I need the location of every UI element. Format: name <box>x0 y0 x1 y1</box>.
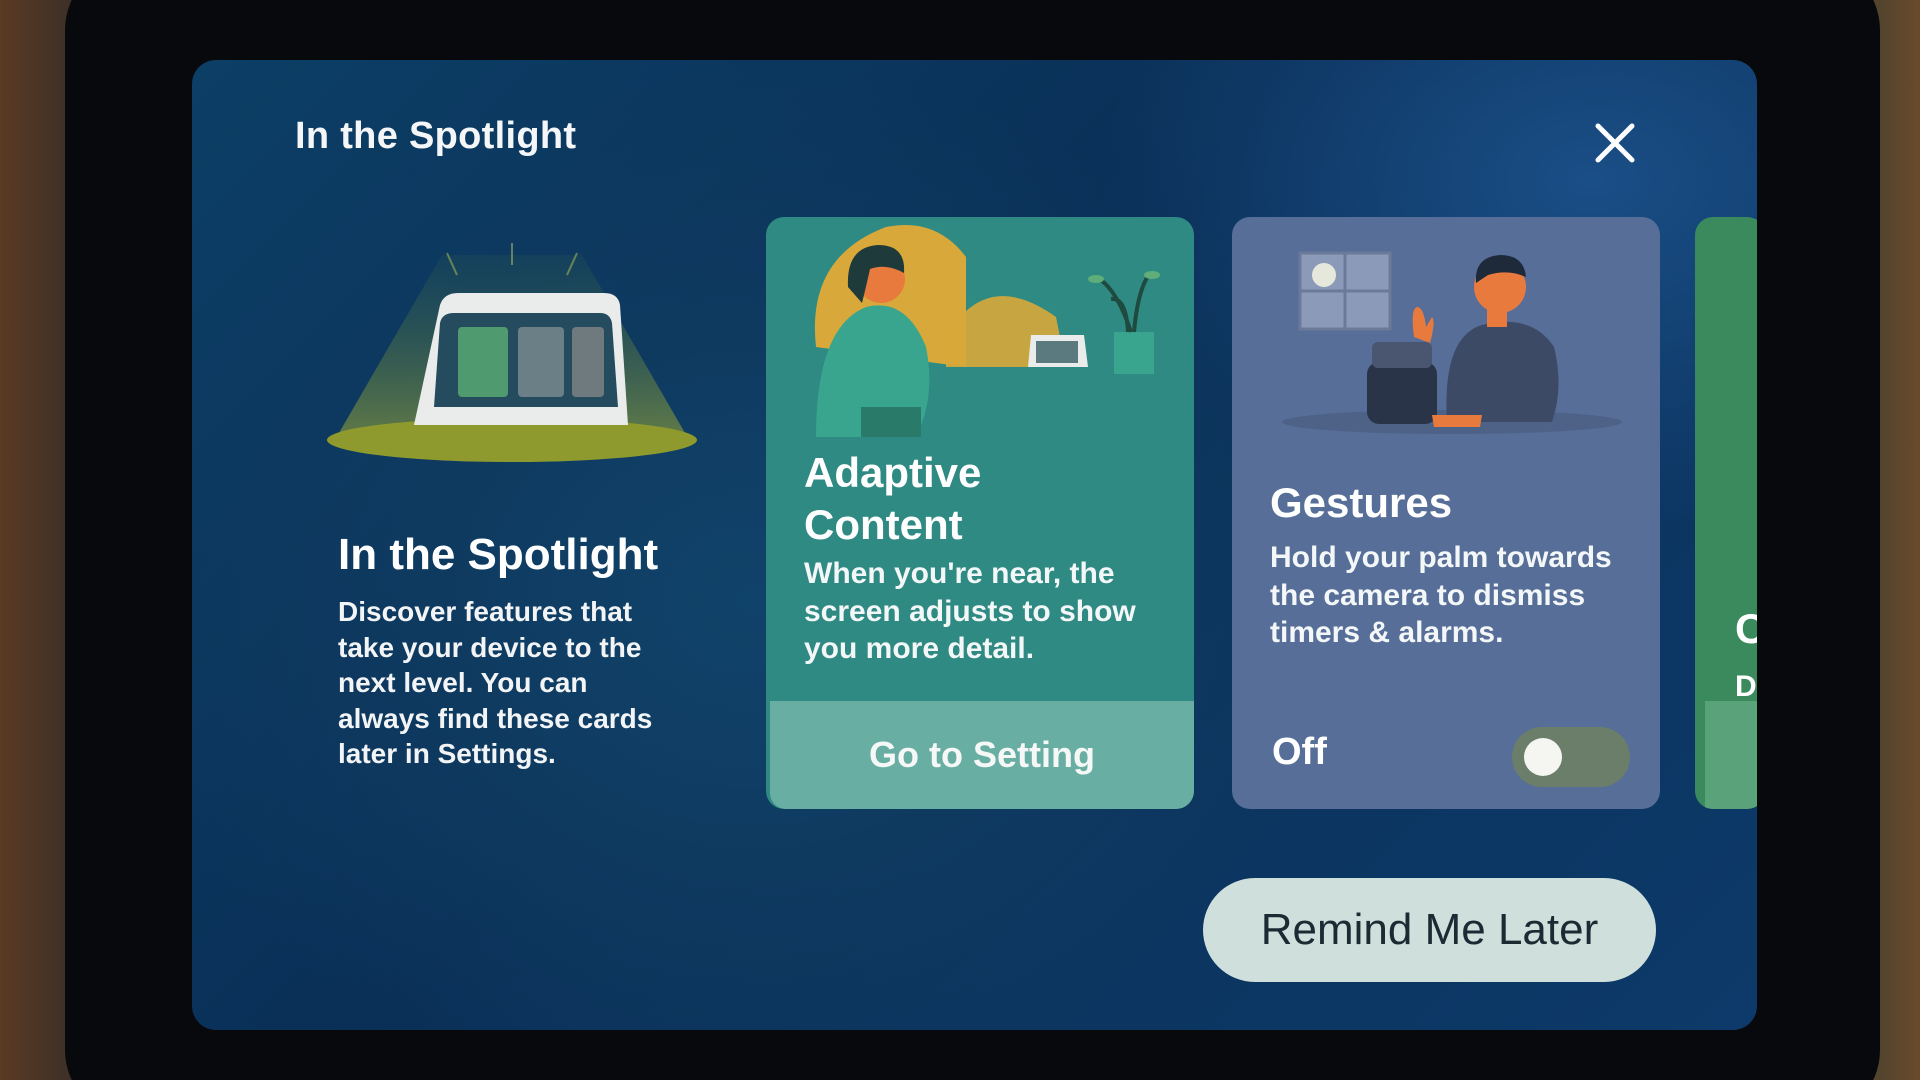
next-card-title: C <box>1735 605 1757 652</box>
next-card-button[interactable] <box>1705 701 1757 809</box>
intro-description: Discover features that take your device … <box>338 596 653 769</box>
gestures-description: Hold your palm towards the camera to dis… <box>1270 541 1612 649</box>
gestures-toggle-label: Off <box>1272 731 1327 773</box>
gestures-toggle-switch[interactable] <box>1512 727 1630 787</box>
gestures-title: Gestures <box>1270 479 1453 526</box>
adaptive-content-description: When you're near, the screen adjusts to … <box>804 557 1136 665</box>
intro-title: In the Spotlight <box>338 530 659 579</box>
next-card-description-line: D <box>1735 670 1757 703</box>
gestures-illustration <box>1282 251 1622 434</box>
gestures-card[interactable]: Gestures Hold your palm towards the came… <box>1232 217 1660 809</box>
gestures-toggle-row: Off <box>1232 709 1660 809</box>
page-title: In the Spotlight <box>295 115 577 157</box>
remind-me-later-button[interactable]: Remind Me Later <box>1203 878 1656 982</box>
adaptive-content-card[interactable]: Adaptive Content When you're near, the s… <box>766 217 1194 809</box>
adaptive-content-title: Adaptive Content <box>804 449 982 548</box>
close-button[interactable] <box>1587 115 1643 171</box>
next-card-peek[interactable]: C D c <box>1695 217 1757 809</box>
spotlight-screen: In the Spotlight In the Spotlight Discov… <box>192 60 1757 1030</box>
adaptive-content-illustration <box>814 225 1160 437</box>
go-to-setting-button[interactable]: Go to Setting <box>770 701 1194 809</box>
spotlight-device-illustration <box>327 243 697 462</box>
close-icon <box>1595 123 1635 163</box>
toggle-knob <box>1524 738 1562 776</box>
